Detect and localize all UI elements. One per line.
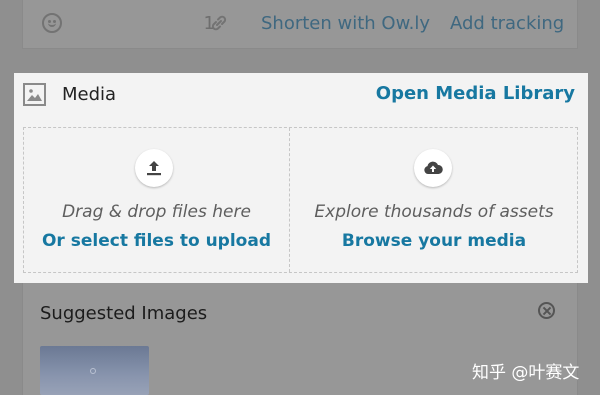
media-panel: Media Open Media Library Drag & drop fil… (14, 73, 588, 283)
add-tracking-button[interactable]: Add tracking (450, 13, 564, 34)
watermark: 知乎 @叶赛文 (472, 363, 580, 383)
browse-hint: Explore thousands of assets (314, 202, 554, 222)
media-drop-area: Drag & drop files here Or select files t… (23, 127, 578, 273)
suggested-images-title: Suggested Images (40, 303, 208, 324)
select-files-link[interactable]: Or select files to upload (24, 231, 289, 251)
emoji-icon[interactable] (42, 13, 62, 33)
media-title: Media (62, 84, 117, 105)
browse-dropzone[interactable]: Explore thousands of assets Browse your … (290, 128, 578, 272)
suggested-image-thumbnail[interactable] (40, 346, 149, 395)
cloud-upload-icon[interactable] (414, 149, 452, 187)
shorten-link-button[interactable]: Shorten with Ow.ly (261, 13, 430, 34)
browse-media-link[interactable]: Browse your media (290, 231, 578, 251)
link-icon (207, 11, 231, 35)
loading-icon (90, 368, 96, 374)
media-header: Media Open Media Library (14, 73, 588, 117)
upload-dropzone[interactable]: Drag & drop files here Or select files t… (24, 128, 290, 272)
close-icon[interactable] (538, 302, 555, 319)
upload-hint: Drag & drop files here (62, 202, 251, 222)
image-icon (23, 83, 46, 106)
open-media-library-link[interactable]: Open Media Library (376, 83, 575, 104)
upload-icon[interactable] (135, 149, 173, 187)
composer-toolbar: 1 Shorten with Ow.ly Add tracking (22, 0, 578, 49)
